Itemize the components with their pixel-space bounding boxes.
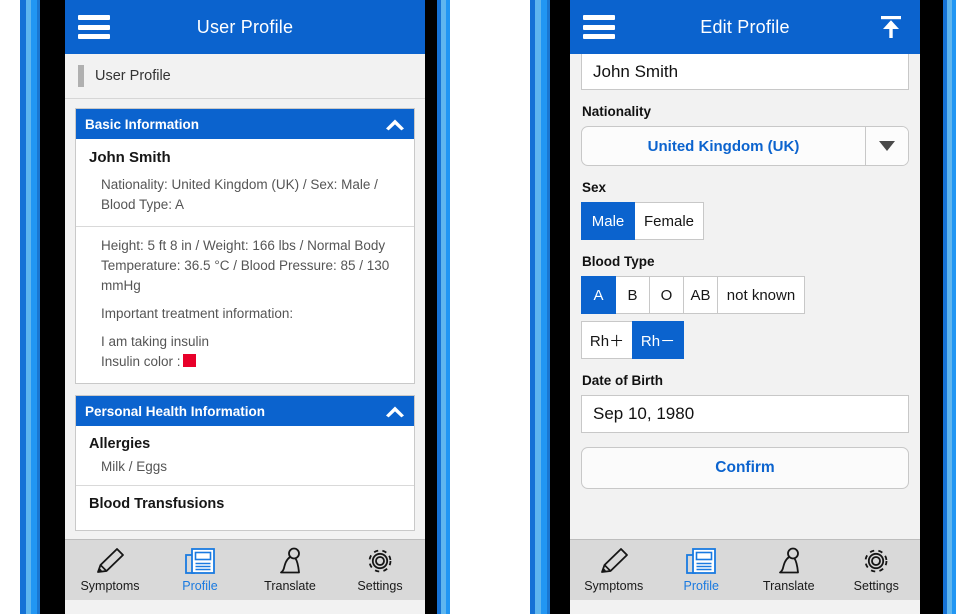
edit-profile-scroll-area[interactable]: John Smith Nationality United Kingdom (U… [570, 54, 920, 539]
person-icon [772, 547, 806, 577]
phone-screen-left: User Profile User Profile Basic Informat… [65, 0, 425, 614]
tab-symptoms[interactable]: Symptoms [65, 540, 155, 600]
sex-option-male[interactable]: Male [581, 202, 635, 240]
nationality-label: Nationality [582, 104, 652, 119]
tab-label: Symptoms [584, 579, 644, 593]
screenshot-stage: User Profile User Profile Basic Informat… [0, 0, 980, 614]
date-of-birth-label: Date of Birth [582, 373, 663, 388]
blood-type-label: Blood Type [582, 254, 655, 269]
nationality-select[interactable]: United Kingdom (UK) [581, 126, 909, 166]
card-title: Basic Information [85, 116, 200, 132]
blood-type-segmented-control: A B O AB not known [581, 276, 909, 314]
navbar-user-profile: User Profile [65, 0, 425, 54]
device-casing-edge [446, 0, 450, 614]
card-section-identity: John Smith Nationality: United Kingdom (… [76, 139, 414, 227]
treatment-info-value: I am taking insulin Insulin color : [89, 332, 401, 372]
blood-type-option-ab[interactable]: AB [683, 276, 718, 314]
blood-type-option-not-known[interactable]: not known [717, 276, 805, 314]
page-title: Edit Profile [700, 16, 790, 37]
insulin-statement: I am taking insulin [101, 334, 210, 349]
name-field[interactable]: John Smith [581, 54, 909, 90]
patient-name: John Smith [89, 149, 171, 166]
patient-vitals: Height: 5 ft 8 in / Weight: 166 lbs / No… [101, 238, 390, 293]
navbar-edit-profile: Edit Profile [570, 0, 920, 54]
card-section-blood-transfusions: Blood Transfusions [76, 486, 414, 530]
gear-icon [859, 547, 893, 577]
phone-device-left: User Profile User Profile Basic Informat… [0, 0, 460, 614]
pencil-icon [93, 547, 127, 577]
nationality-value: United Kingdom (UK) [647, 137, 800, 155]
person-icon [273, 547, 307, 577]
rh-segmented-control: Rh＋ Rh－ [581, 321, 909, 359]
gear-icon [363, 547, 397, 577]
device-bezel-right [425, 0, 437, 614]
chevron-up-icon[interactable] [385, 405, 405, 418]
tab-label: Settings [853, 579, 899, 593]
tabbar-left: Symptoms Profile Translate Settings [65, 539, 425, 600]
blood-type-option-o[interactable]: O [649, 276, 684, 314]
card-header-personal-health-information[interactable]: Personal Health Information [76, 396, 414, 426]
tab-label: Settings [357, 579, 403, 593]
name-field-value: John Smith [593, 61, 679, 81]
rh-option-positive[interactable]: Rh＋ [581, 321, 633, 359]
tab-label: Profile [182, 579, 218, 593]
card-personal-health-information: Personal Health Information Allergies Mi… [75, 395, 415, 531]
insulin-color-label: Insulin color : [101, 354, 181, 369]
blood-transfusions-title: Blood Transfusions [89, 496, 225, 512]
tab-label: Profile [683, 579, 719, 593]
card-header-basic-information[interactable]: Basic Information [76, 109, 414, 139]
breadcrumb: User Profile [65, 54, 425, 99]
tab-settings[interactable]: Settings [833, 540, 921, 600]
tabbar-right: Symptoms Profile Translate Settings [570, 539, 920, 600]
tab-settings[interactable]: Settings [335, 540, 425, 600]
phone-device-right: Edit Profile John Smith Nationality Unit… [520, 0, 980, 614]
tab-label: Translate [264, 579, 316, 593]
card-section-vitals: Height: 5 ft 8 in / Weight: 166 lbs / No… [76, 227, 414, 383]
tab-translate[interactable]: Translate [745, 540, 833, 600]
blood-type-option-a[interactable]: A [581, 276, 616, 314]
sex-option-female[interactable]: Female [634, 202, 704, 240]
card-basic-information: Basic Information John Smith Nationality… [75, 108, 415, 384]
chevron-down-icon[interactable] [865, 127, 908, 165]
date-of-birth-field[interactable]: Sep 10, 1980 [581, 395, 909, 433]
card-title: Personal Health Information [85, 403, 266, 419]
hamburger-icon[interactable] [78, 15, 110, 39]
tab-profile[interactable]: Profile [155, 540, 245, 600]
page-title: User Profile [196, 16, 294, 37]
treatment-info-label: Important treatment information: [101, 306, 294, 321]
breadcrumb-marker [78, 65, 84, 87]
profile-scroll-area[interactable]: Basic Information John Smith Nationality… [65, 99, 425, 539]
document-icon [684, 547, 718, 577]
allergies-value: Milk / Eggs [101, 459, 168, 474]
tab-label: Translate [762, 579, 815, 593]
rh-option-negative[interactable]: Rh－ [632, 321, 684, 359]
device-casing-edge [952, 0, 956, 614]
tab-label: Symptoms [80, 579, 140, 593]
sex-label: Sex [582, 180, 607, 195]
blood-type-option-b[interactable]: B [615, 276, 650, 314]
device-bezel-left [40, 0, 65, 614]
pencil-icon [597, 547, 631, 577]
hamburger-icon[interactable] [583, 15, 615, 39]
chevron-up-icon[interactable] [385, 118, 405, 131]
date-of-birth-value: Sep 10, 1980 [593, 404, 695, 423]
phone-screen-right: Edit Profile John Smith Nationality Unit… [570, 0, 920, 614]
device-bezel-left [550, 0, 570, 614]
device-bezel-right [920, 0, 943, 614]
document-icon [183, 547, 217, 577]
breadcrumb-label: User Profile [95, 68, 171, 84]
allergies-title: Allergies [89, 436, 151, 452]
confirm-button[interactable]: Confirm [581, 447, 909, 489]
patient-basic-detail: Nationality: United Kingdom (UK) / Sex: … [101, 177, 378, 212]
scroll-to-top-icon[interactable] [874, 10, 908, 44]
tab-profile[interactable]: Profile [658, 540, 746, 600]
tab-symptoms[interactable]: Symptoms [570, 540, 658, 600]
tab-translate[interactable]: Translate [245, 540, 335, 600]
insulin-color-swatch [182, 354, 196, 367]
card-section-allergies: Allergies Milk / Eggs [76, 426, 414, 486]
sex-segmented-control: Male Female [581, 202, 909, 240]
